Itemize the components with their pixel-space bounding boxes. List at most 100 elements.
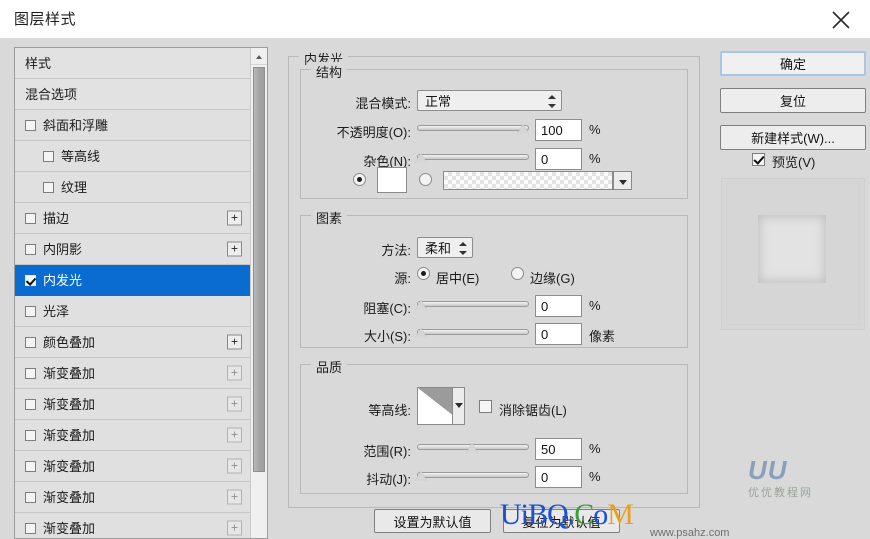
watermark-logo-sub: 优优教程网 bbox=[748, 487, 813, 499]
style-list-item[interactable]: 样式 bbox=[15, 48, 251, 79]
choke-slider-thumb[interactable] bbox=[415, 300, 428, 311]
style-item-checkbox[interactable] bbox=[25, 336, 36, 348]
style-item-checkbox[interactable] bbox=[25, 429, 36, 441]
anti-alias-checkbox[interactable] bbox=[479, 400, 492, 413]
noise-input[interactable]: 0 bbox=[535, 148, 582, 170]
add-effect-button[interactable]: + bbox=[227, 458, 242, 474]
gradient-preview[interactable] bbox=[443, 171, 613, 190]
add-effect-button[interactable]: + bbox=[227, 365, 242, 381]
style-list-item[interactable]: 渐变叠加 + bbox=[15, 358, 251, 389]
style-item-checkbox[interactable] bbox=[25, 398, 36, 410]
choke-slider[interactable] bbox=[415, 297, 529, 311]
style-item-checkbox[interactable] bbox=[43, 150, 54, 162]
new-style-button[interactable]: 新建样式(W)... bbox=[720, 125, 866, 150]
style-item-checkbox[interactable] bbox=[25, 212, 36, 224]
add-effect-button[interactable]: + bbox=[227, 427, 242, 443]
range-slider-thumb[interactable] bbox=[466, 443, 479, 454]
style-item-checkbox[interactable] bbox=[25, 119, 36, 131]
contour-picker[interactable] bbox=[417, 387, 465, 425]
style-list-item[interactable]: 颜色叠加 + bbox=[15, 327, 251, 358]
close-button[interactable] bbox=[814, 0, 870, 38]
style-list-item[interactable]: 渐变叠加 + bbox=[15, 513, 251, 538]
style-item-label: 颜色叠加 bbox=[43, 334, 96, 350]
source-center-radio[interactable] bbox=[417, 267, 430, 280]
range-slider[interactable] bbox=[417, 440, 529, 454]
preview-checkbox[interactable] bbox=[752, 153, 765, 166]
style-item-checkbox[interactable] bbox=[43, 181, 54, 193]
size-slider-track bbox=[417, 329, 529, 335]
jitter-slider[interactable] bbox=[415, 468, 529, 482]
style-list-item[interactable]: 混合选项 bbox=[15, 79, 251, 110]
structure-title: 结构 bbox=[311, 62, 348, 81]
ok-button[interactable]: 确定 bbox=[720, 51, 866, 76]
opacity-slider-thumb[interactable] bbox=[517, 124, 530, 135]
blend-mode-select[interactable]: 正常 bbox=[417, 90, 562, 111]
style-list-item[interactable]: 渐变叠加 + bbox=[15, 482, 251, 513]
noise-slider-track bbox=[417, 154, 529, 160]
gradient-picker-button[interactable] bbox=[613, 171, 632, 190]
add-effect-button[interactable]: + bbox=[227, 241, 242, 257]
add-effect-button[interactable]: + bbox=[227, 396, 242, 412]
style-list-item[interactable]: 内阴影 + bbox=[15, 234, 251, 265]
style-list-item[interactable]: 光泽 bbox=[15, 296, 251, 327]
right-panel: 确定 复位 新建样式(W)... 预览(V) bbox=[716, 47, 870, 539]
style-list-item[interactable]: 纹理 bbox=[15, 172, 251, 203]
add-effect-button[interactable]: + bbox=[227, 489, 242, 505]
style-item-checkbox[interactable] bbox=[25, 243, 36, 255]
size-slider-thumb[interactable] bbox=[415, 328, 428, 339]
close-icon bbox=[832, 11, 850, 29]
style-item-checkbox[interactable] bbox=[25, 305, 36, 317]
opacity-input[interactable]: 100 bbox=[535, 119, 582, 141]
watermark-url: www.psahz.com bbox=[650, 527, 730, 539]
style-list-item[interactable]: 等高线 bbox=[15, 141, 251, 172]
add-effect-button[interactable]: + bbox=[227, 520, 242, 536]
choke-input[interactable]: 0 bbox=[535, 295, 582, 317]
styles-panel: 样式 混合选项 斜面和浮雕 等高线 纹理 描边 + 内阴影 + 内发光 光泽 颜色叠加 + 渐变叠加 + 渐变… bbox=[14, 47, 268, 539]
style-list-item[interactable]: 渐变叠加 + bbox=[15, 451, 251, 482]
technique-select[interactable]: 柔和 bbox=[417, 237, 473, 258]
technique-label: 方法: bbox=[381, 243, 411, 258]
size-input[interactable]: 0 bbox=[535, 323, 582, 345]
style-item-label: 内阴影 bbox=[43, 241, 83, 257]
scrollbar-thumb[interactable] bbox=[253, 67, 265, 472]
style-item-checkbox[interactable] bbox=[25, 522, 36, 534]
quality-section: 品质 等高线: 消除锯齿(L) 范围(R): 50 % 抖动(J): 0 % bbox=[300, 357, 688, 494]
style-item-checkbox[interactable] bbox=[25, 460, 36, 472]
opacity-slider[interactable] bbox=[417, 121, 529, 135]
style-list-item[interactable]: 内发光 bbox=[15, 265, 251, 296]
size-unit: 像素 bbox=[589, 329, 616, 344]
blend-mode-label: 混合模式: bbox=[355, 96, 411, 111]
range-input[interactable]: 50 bbox=[535, 438, 582, 460]
jitter-input[interactable]: 0 bbox=[535, 466, 582, 488]
fill-gradient-radio[interactable] bbox=[419, 173, 432, 186]
page-title: 图层样式 bbox=[14, 11, 77, 28]
style-list-item[interactable]: 斜面和浮雕 bbox=[15, 110, 251, 141]
style-list-item[interactable]: 描边 + bbox=[15, 203, 251, 234]
size-slider[interactable] bbox=[415, 325, 529, 339]
contour-dropdown-arrow[interactable] bbox=[452, 388, 464, 424]
style-list-item[interactable]: 渐变叠加 + bbox=[15, 420, 251, 451]
add-effect-button[interactable]: + bbox=[227, 210, 242, 226]
jitter-slider-thumb[interactable] bbox=[415, 471, 428, 482]
reset-button[interactable]: 复位 bbox=[720, 88, 866, 113]
source-edge-radio[interactable] bbox=[511, 267, 524, 280]
glow-color-swatch[interactable] bbox=[377, 167, 407, 193]
scroll-up-icon[interactable] bbox=[251, 48, 267, 65]
opacity-unit: % bbox=[589, 122, 601, 137]
noise-slider-thumb[interactable] bbox=[415, 153, 428, 164]
style-item-label: 渐变叠加 bbox=[43, 365, 96, 381]
inner-glow-settings: 内发光 结构 混合模式: 正常 不透明度(O): 100 % 杂色(N): 0 bbox=[288, 47, 700, 539]
choke-label: 阻塞(C): bbox=[363, 301, 411, 316]
range-label: 范围(R): bbox=[363, 444, 411, 459]
noise-slider[interactable] bbox=[415, 150, 529, 164]
style-item-checkbox[interactable] bbox=[25, 367, 36, 379]
styles-scrollbar[interactable] bbox=[250, 48, 267, 538]
style-list-item[interactable]: 渐变叠加 + bbox=[15, 389, 251, 420]
add-effect-button[interactable]: + bbox=[227, 334, 242, 350]
style-item-checkbox[interactable] bbox=[25, 491, 36, 503]
set-default-button[interactable]: 设置为默认值 bbox=[374, 509, 491, 533]
style-item-checkbox[interactable] bbox=[25, 274, 36, 286]
fill-color-radio[interactable] bbox=[353, 173, 366, 186]
styles-list[interactable]: 样式 混合选项 斜面和浮雕 等高线 纹理 描边 + 内阴影 + 内发光 光泽 颜色叠加 + 渐变叠加 + 渐变… bbox=[15, 48, 251, 538]
quality-title: 品质 bbox=[311, 357, 348, 376]
